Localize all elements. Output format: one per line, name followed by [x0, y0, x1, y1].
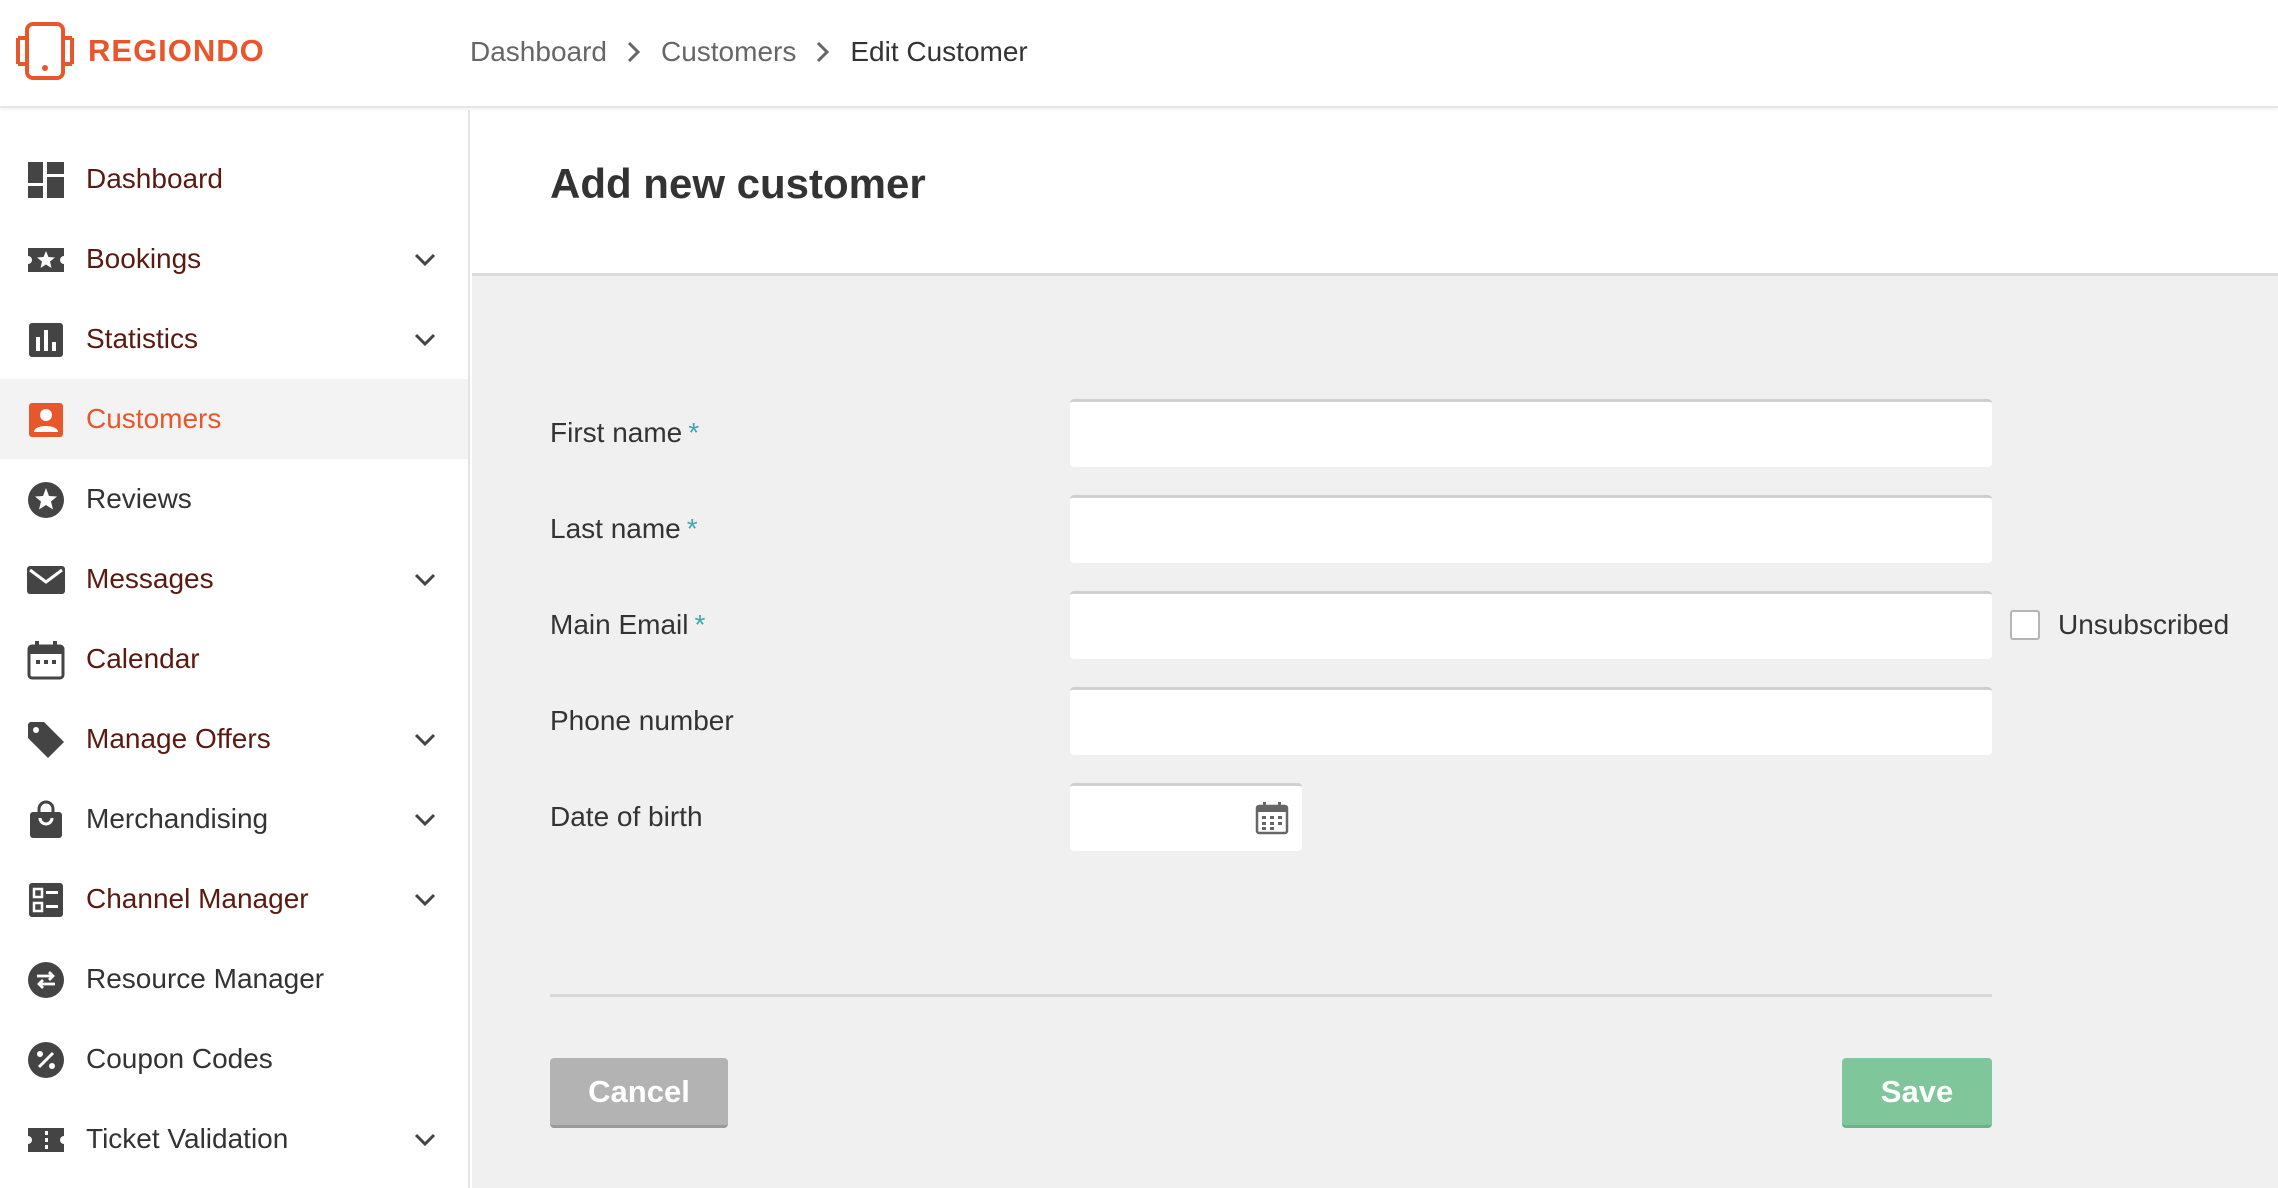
regiondo-logo[interactable]: REGIONDO [12, 18, 265, 84]
channel-icon [26, 880, 66, 920]
email-input[interactable] [1070, 591, 1992, 659]
sidebar-item-customers[interactable]: Customers [0, 379, 468, 459]
percent-icon [26, 1040, 66, 1080]
save-button[interactable]: Save [1842, 1058, 1992, 1128]
calendar-icon [26, 640, 66, 680]
ticket-star-icon [26, 240, 66, 280]
sidebar-item-label: Dashboard [86, 163, 223, 194]
chevron-down-icon[interactable] [410, 325, 440, 355]
unsubscribed-toggle[interactable]: Unsubscribed [2010, 591, 2229, 659]
sidebar-item-label: Coupon Codes [86, 1043, 273, 1074]
cancel-button[interactable]: Cancel [550, 1058, 728, 1128]
sidebar-item-dashboard[interactable]: Dashboard [0, 139, 468, 219]
chevron-down-icon[interactable] [410, 725, 440, 755]
email-row: Main Email * Unsubscribed [472, 591, 2278, 659]
last-name-label: Last name * [550, 495, 698, 563]
title-bar: Add new customer [472, 110, 2278, 276]
chevron-down-icon[interactable] [410, 1125, 440, 1155]
sidebar-item-label: Manage Offers [86, 723, 271, 754]
sidebar-item-resource-manager[interactable]: Resource Manager [0, 939, 468, 1019]
first-name-row: First name * [472, 399, 2278, 467]
last-name-input[interactable] [1070, 495, 1992, 563]
unsubscribed-label[interactable]: Unsubscribed [2058, 609, 2229, 641]
sidebar-item-coupon-codes[interactable]: Coupon Codes [0, 1019, 468, 1099]
page-title: Add new customer [550, 160, 926, 207]
tag-icon [26, 720, 66, 760]
chevron-down-icon[interactable] [410, 805, 440, 835]
sidebar-item-label: Channel Manager [86, 883, 309, 914]
chevron-down-icon[interactable] [410, 565, 440, 595]
first-name-label-text: First name [550, 417, 683, 448]
brand-name: REGIONDO [88, 33, 265, 68]
breadcrumb: Dashboard Customers Edit Customer [470, 30, 1028, 74]
unsubscribed-checkbox[interactable] [2010, 610, 2040, 640]
phone-label: Phone number [550, 705, 734, 736]
form-divider [550, 994, 1992, 997]
last-name-row: Last name * [472, 495, 2278, 563]
sidebar-item-label: Resource Manager [86, 963, 325, 994]
chevron-right-icon [607, 40, 661, 64]
dob-label: Date of birth [550, 801, 703, 832]
first-name-input[interactable] [1070, 399, 1992, 467]
required-marker: * [686, 513, 698, 544]
sidebar-item-calendar[interactable]: Calendar [0, 619, 468, 699]
sidebar-item-label: Calendar [86, 643, 200, 674]
sidebar-item-merchandising[interactable]: Merchandising [0, 779, 468, 859]
sidebar-item-statistics[interactable]: Statistics [0, 299, 468, 379]
ticket-icon [26, 1120, 66, 1160]
main-content: Add new customer First name * Last name * … [472, 110, 2278, 1188]
sidebar-item-label: Messages [86, 563, 214, 594]
breadcrumb-dashboard[interactable]: Dashboard [470, 36, 607, 68]
customer-icon [26, 400, 66, 440]
email-label-text: Main Email [550, 609, 689, 640]
sidebar: Dashboard Bookings Statistics Customers … [0, 110, 470, 1188]
email-label: Main Email * [550, 591, 705, 659]
chevron-down-icon[interactable] [410, 885, 440, 915]
last-name-label-text: Last name [550, 513, 681, 544]
sidebar-item-channel-manager[interactable]: Channel Manager [0, 859, 468, 939]
star-circle-icon [26, 480, 66, 520]
top-header: REGIONDO Dashboard Customers Edit Custom… [0, 0, 2278, 108]
dob-field[interactable] [1070, 783, 1302, 851]
sidebar-item-ticket-validation[interactable]: Ticket Validation [0, 1099, 468, 1179]
chevron-right-icon [796, 40, 850, 64]
shopping-bag-icon [26, 800, 66, 840]
required-marker: * [688, 417, 700, 448]
sidebar-item-label: Merchandising [86, 803, 269, 834]
breadcrumb-edit-customer: Edit Customer [850, 36, 1028, 67]
sidebar-item-label: Customers [86, 403, 222, 434]
dob-input[interactable] [1070, 786, 1250, 848]
breadcrumb-customers[interactable]: Customers [661, 36, 796, 68]
sidebar-item-label: Bookings [86, 243, 202, 274]
phone-input[interactable] [1070, 687, 1992, 755]
required-marker: * [694, 609, 706, 640]
calendar-picker-icon[interactable] [1254, 800, 1290, 836]
dashboard-icon [26, 160, 66, 200]
sidebar-item-reviews[interactable]: Reviews [0, 459, 468, 539]
envelope-icon [26, 560, 66, 600]
sidebar-item-bookings[interactable]: Bookings [0, 219, 468, 299]
logo-icon [16, 22, 74, 80]
sidebar-item-messages[interactable]: Messages [0, 539, 468, 619]
sidebar-item-manage-offers[interactable]: Manage Offers [0, 699, 468, 779]
sidebar-item-label: Ticket Validation [86, 1123, 289, 1154]
chevron-down-icon[interactable] [410, 245, 440, 275]
swap-icon [26, 960, 66, 1000]
first-name-label: First name * [550, 399, 699, 467]
bar-chart-icon [26, 320, 66, 360]
phone-row: Phone number [472, 687, 2278, 755]
sidebar-item-label: Reviews [86, 483, 192, 514]
sidebar-item-label: Statistics [86, 323, 199, 354]
dob-row: Date of birth [472, 783, 2278, 851]
